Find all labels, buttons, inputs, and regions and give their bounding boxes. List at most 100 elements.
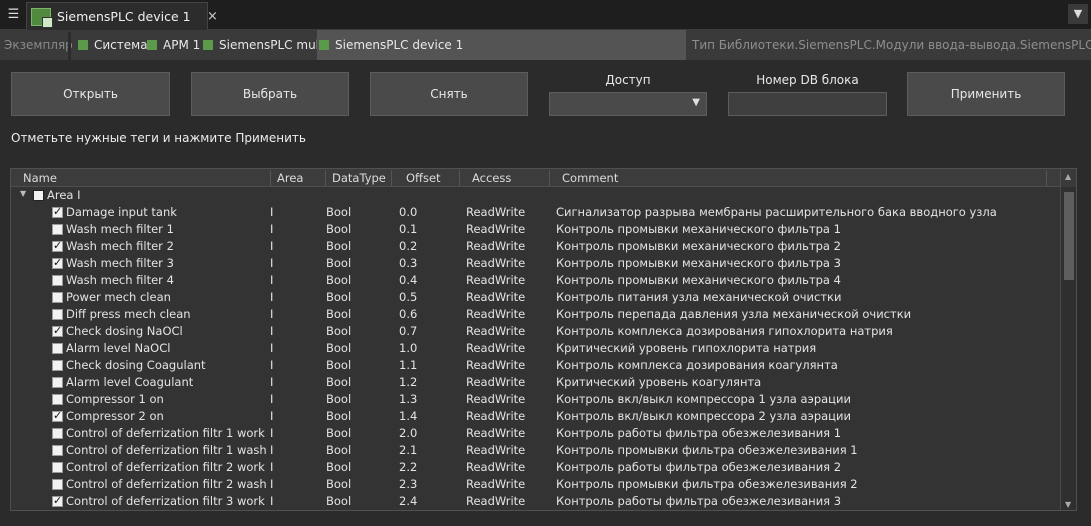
- row-checkbox[interactable]: [52, 394, 63, 405]
- cell-area: I: [270, 409, 274, 423]
- cell-offset: 0.6: [399, 307, 418, 321]
- table-row[interactable]: Wash mech filter 3 I Bool 0.3 ReadWrite Контр…: [11, 255, 1060, 272]
- db-number-input[interactable]: [728, 92, 887, 116]
- cell-comment: Контроль комплекса дозирования коагулянт…: [556, 358, 838, 372]
- cell-area: I: [270, 443, 274, 457]
- column-header-datatype[interactable]: DataType: [332, 171, 386, 185]
- row-checkbox[interactable]: [52, 462, 63, 473]
- breadcrumb-item-arm1[interactable]: АРМ 1: [147, 30, 200, 60]
- column-header-access[interactable]: Access: [472, 171, 511, 185]
- table-row[interactable]: Diff press mech clean I Bool 0.6 ReadWrite Ко…: [11, 306, 1060, 323]
- cell-name: Wash mech filter 4: [66, 273, 174, 287]
- table-row[interactable]: Control of deferrization filtr 2 wash I Bo…: [11, 476, 1060, 493]
- cell-name: Diff press mech clean: [66, 307, 191, 321]
- row-checkbox[interactable]: [52, 292, 63, 303]
- column-header-comment[interactable]: Comment: [562, 171, 618, 185]
- cell-access: ReadWrite: [466, 307, 526, 321]
- chevron-down-icon[interactable]: ▼: [1068, 4, 1088, 24]
- chevron-down-icon[interactable]: ▼: [1065, 500, 1071, 509]
- cell-name: Control of deferrization filtr 3 work: [66, 494, 265, 508]
- column-header-name[interactable]: Name: [23, 171, 57, 185]
- cell-datatype: Bool: [326, 307, 352, 321]
- cell-area: I: [270, 307, 274, 321]
- db-number-label: Номер DB блока: [756, 73, 859, 87]
- cell-area: I: [270, 256, 274, 270]
- table-row[interactable]: Compressor 2 on I Bool 1.4 ReadWrite Контроль…: [11, 408, 1060, 425]
- row-checkbox[interactable]: [52, 409, 63, 422]
- cell-access: ReadWrite: [466, 341, 526, 355]
- list-collapse-icon[interactable]: ☰: [3, 4, 24, 25]
- access-select[interactable]: ▼: [549, 92, 707, 116]
- row-checkbox[interactable]: [52, 343, 63, 354]
- cell-offset: 2.4: [399, 494, 418, 508]
- vertical-scrollbar[interactable]: ▼: [1060, 187, 1076, 510]
- cell-area: I: [270, 222, 274, 236]
- row-checkbox[interactable]: [52, 377, 63, 388]
- row-checkbox[interactable]: [52, 309, 63, 320]
- cell-comment: Контроль вкл/выкл компрессора 1 узла аэр…: [556, 392, 851, 406]
- cell-datatype: Bool: [326, 392, 352, 406]
- row-checkbox[interactable]: [52, 256, 63, 269]
- row-checkbox[interactable]: [52, 205, 63, 218]
- apply-button[interactable]: Применить: [907, 72, 1065, 116]
- instruction-text: Отметьте нужные теги и нажмите Применить: [11, 131, 306, 145]
- cell-comment: Сигнализатор разрыва мембраны расширител…: [556, 205, 997, 219]
- breadcrumb-item-plc-multi[interactable]: SiemensPLC multi: [203, 30, 327, 60]
- row-checkbox[interactable]: [52, 275, 63, 286]
- cell-area: I: [270, 341, 274, 355]
- cell-datatype: Bool: [326, 256, 352, 270]
- cell-name: Compressor 2 on: [66, 409, 164, 423]
- cell-comment: Контроль промывки механического фильтра …: [556, 222, 841, 236]
- cell-offset: 0.2: [399, 239, 418, 253]
- row-checkbox[interactable]: [52, 360, 63, 371]
- table-row[interactable]: Check dosing Coagulant I Bool 1.1 ReadWrite К…: [11, 357, 1060, 374]
- column-header-area[interactable]: Area: [277, 171, 303, 185]
- row-checkbox[interactable]: [52, 324, 63, 337]
- table-row[interactable]: Control of deferrization filtr 1 work I Bo…: [11, 425, 1060, 442]
- deselect-button[interactable]: Снять: [370, 72, 528, 116]
- group-checkbox[interactable]: [33, 190, 44, 201]
- scrollbar-thumb[interactable]: [1064, 192, 1074, 280]
- cell-area: I: [270, 392, 274, 406]
- breadcrumb-item-plc-device[interactable]: SiemensPLC device 1: [317, 30, 686, 60]
- table-row[interactable]: Alarm level NaOCl I Bool 1.0 ReadWrite Критич…: [11, 340, 1060, 357]
- row-checkbox[interactable]: [52, 445, 63, 456]
- expand-arrow-icon[interactable]: ▼: [20, 189, 26, 198]
- table-row[interactable]: Control of deferrization filtr 3 work I Bo…: [11, 493, 1060, 510]
- cell-offset: 2.3: [399, 477, 418, 491]
- table-row[interactable]: Wash mech filter 2 I Bool 0.2 ReadWrite Контр…: [11, 238, 1060, 255]
- table-row[interactable]: Check dosing NaOCl I Bool 0.7 ReadWrite Контр…: [11, 323, 1060, 340]
- table-row[interactable]: Control of deferrization filtr 2 work I Bo…: [11, 459, 1060, 476]
- cell-access: ReadWrite: [466, 392, 526, 406]
- row-checkbox[interactable]: [52, 428, 63, 439]
- document-tab-strip: ☰ SiemensPLC device 1 × ▼: [0, 0, 1091, 30]
- select-button[interactable]: Выбрать: [191, 72, 349, 116]
- row-checkbox[interactable]: [52, 494, 63, 507]
- row-checkbox[interactable]: [52, 479, 63, 490]
- table-row[interactable]: Power mech clean I Bool 0.5 ReadWrite Контрол…: [11, 289, 1060, 306]
- table-row[interactable]: Wash mech filter 1 I Bool 0.1 ReadWrite Контр…: [11, 221, 1060, 238]
- close-icon[interactable]: ×: [207, 9, 218, 24]
- table-row[interactable]: Wash mech filter 4 I Bool 0.4 ReadWrite Контр…: [11, 272, 1060, 289]
- cell-access: ReadWrite: [466, 443, 526, 457]
- cell-datatype: Bool: [326, 341, 352, 355]
- tab-title: SiemensPLC device 1: [57, 9, 191, 24]
- cell-name: Control of deferrization filtr 1 wash: [66, 443, 267, 457]
- cell-access: ReadWrite: [466, 426, 526, 440]
- row-checkbox[interactable]: [52, 224, 63, 235]
- table-row[interactable]: Control of deferrization filtr 1 wash I Bo…: [11, 442, 1060, 459]
- column-header-offset[interactable]: Offset: [406, 171, 441, 185]
- tree-group-row[interactable]: ▼ Area I: [11, 187, 1060, 204]
- table-row[interactable]: Alarm level Coagulant I Bool 1.2 ReadWrite Кр…: [11, 374, 1060, 391]
- cell-comment: Критический уровень гипохлорита натрия: [556, 341, 817, 355]
- open-button[interactable]: Открыть: [11, 72, 170, 116]
- table-row[interactable]: Compressor 1 on I Bool 1.3 ReadWrite Контроль…: [11, 391, 1060, 408]
- cell-access: ReadWrite: [466, 222, 526, 236]
- cell-access: ReadWrite: [466, 375, 526, 389]
- row-checkbox[interactable]: [52, 239, 63, 252]
- table-header: Name Area DataType Offset Access Comment: [11, 169, 1060, 187]
- cell-access: ReadWrite: [466, 477, 526, 491]
- tab-siemensplc-device-1[interactable]: SiemensPLC device 1 ×: [26, 2, 218, 30]
- breadcrumb-item-system[interactable]: Система: [78, 30, 148, 60]
- table-row[interactable]: Damage input tank I Bool 0.0 ReadWrite Сигнал…: [11, 204, 1060, 221]
